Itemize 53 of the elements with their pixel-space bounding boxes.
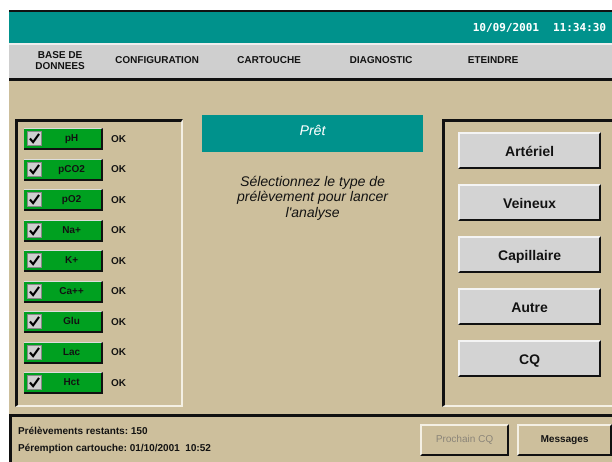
status-text: Prélèvements restants: 150 [18, 426, 149, 436]
checkbox[interactable] [27, 162, 42, 176]
sensor-label: Lac [62, 346, 82, 358]
sample-type-button[interactable]: Autre [458, 288, 601, 325]
sensor-toggle[interactable]: K+ [24, 250, 103, 272]
sensor-toggle[interactable]: pO2 [24, 189, 103, 211]
sensor-status: OK [111, 194, 126, 206]
sensor-status: OK [111, 347, 126, 358]
sensor-status: OK [111, 316, 126, 328]
sample-type-button[interactable]: Veineux [458, 184, 601, 221]
sensor-status: OK [111, 378, 126, 388]
checkbox[interactable] [27, 344, 42, 360]
checkbox[interactable] [27, 314, 42, 329]
sample-type-button[interactable]: CQ [458, 340, 601, 377]
sensor-label: pO2 [60, 194, 82, 205]
status-text: Péremption cartouche: 01/10/2001 10:52 [18, 442, 212, 454]
sensor-toggle[interactable]: pH [24, 128, 103, 150]
checkbox[interactable] [27, 222, 42, 238]
sensor-toggle[interactable]: Lac [24, 342, 103, 364]
menu-item[interactable]: DIAGNOSTIC [325, 56, 437, 67]
checkbox[interactable] [27, 192, 42, 207]
sensor-label: pCO2 [57, 164, 86, 174]
checkbox[interactable] [27, 131, 42, 146]
sensor-label: Ca++ [58, 286, 85, 296]
time-text: 11:34:30 [553, 21, 606, 34]
menu-item[interactable]: CARTOUCHE [213, 56, 325, 67]
footer-button[interactable]: Messages [517, 424, 612, 456]
sensor-label: Na+ [61, 224, 82, 236]
date-text: 10/09/2001 [472, 21, 540, 34]
sensor-status: OK [111, 286, 126, 297]
sensor-status: OK [111, 134, 126, 144]
sensor-toggle[interactable]: Na+ [24, 220, 103, 242]
sensor-status: OK [111, 225, 126, 236]
sensor-toggle[interactable]: Ca++ [24, 280, 103, 302]
sensor-label: Hct [62, 377, 81, 388]
checkbox[interactable] [27, 253, 42, 268]
checkbox[interactable] [27, 375, 42, 390]
instruction-text: Sélectionnez le type de prélèvement pour lancer l'analyse [236, 174, 390, 220]
sensor-label: K+ [64, 255, 80, 266]
menu-item[interactable]: ETEINDRE [437, 56, 549, 67]
sensor-toggle[interactable]: Glu [24, 311, 103, 333]
menu-item[interactable]: CONFIGURATION [101, 56, 213, 67]
sensor-status: OK [111, 164, 126, 175]
status-banner: Prêt [202, 115, 423, 152]
sensor-label: pH [64, 133, 80, 144]
sensor-label: Glu [62, 316, 81, 327]
sensor-toggle[interactable]: Hct [24, 372, 103, 394]
sample-type-button[interactable]: Capillaire [458, 236, 601, 273]
sensor-status: OK [111, 256, 126, 266]
sample-type-button[interactable]: Artériel [458, 132, 601, 169]
sensor-toggle[interactable]: pCO2 [24, 158, 103, 180]
menu-item[interactable]: BASE DE DONNEES [29, 51, 91, 72]
checkbox[interactable] [27, 284, 42, 298]
